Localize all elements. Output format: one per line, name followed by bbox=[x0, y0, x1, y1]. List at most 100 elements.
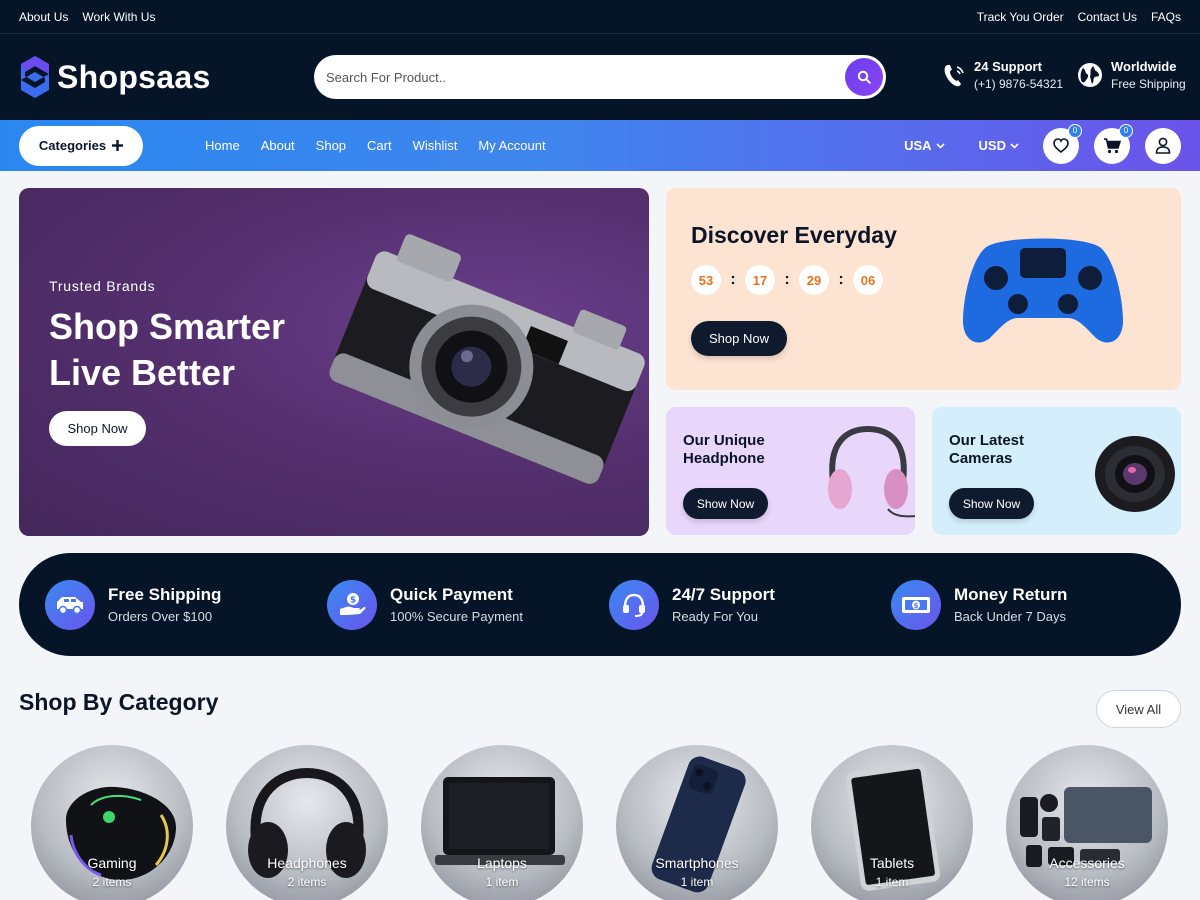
hero-banner: Trusted Brands Shop Smarter Live Better … bbox=[19, 188, 649, 536]
timer-separator: : bbox=[784, 271, 790, 288]
feature-money-return: $ Money Return Back Under 7 Days bbox=[891, 579, 1067, 630]
search-input[interactable] bbox=[326, 69, 845, 85]
nav-item-wishlist[interactable]: Wishlist bbox=[413, 138, 458, 153]
categories-label: Categories bbox=[38, 138, 107, 153]
category-count: 2 items bbox=[287, 875, 327, 889]
headphone-promo-card: Our Unique Headphone Show Now bbox=[666, 407, 915, 535]
cameras-promo-card: Our Latest Cameras Show Now bbox=[932, 407, 1181, 535]
logo-text: Shopsaas bbox=[57, 58, 211, 95]
timer-seconds: 06 bbox=[853, 265, 883, 295]
about-us-link[interactable]: About Us bbox=[19, 10, 68, 24]
chevron-down-icon bbox=[935, 142, 945, 149]
account-button[interactable] bbox=[1145, 127, 1181, 164]
category-name: Accessories bbox=[1049, 855, 1125, 871]
category-name: Smartphones bbox=[655, 855, 739, 871]
cameras-show-now-button[interactable]: Show Now bbox=[949, 488, 1034, 519]
category-count: 1 item bbox=[680, 875, 714, 889]
headphone-image bbox=[828, 425, 915, 518]
feature-subtitle: Ready For You bbox=[672, 609, 759, 624]
top-bar-right-links: Track You Order Contact Us FAQs bbox=[977, 10, 1181, 24]
cart-count-badge: 0 bbox=[1119, 123, 1133, 138]
svg-text:$: $ bbox=[914, 601, 919, 609]
support-phone: (+1) 9876-54321 bbox=[974, 77, 1064, 91]
timer-separator: : bbox=[838, 271, 844, 288]
search-bar bbox=[314, 55, 886, 99]
nav-links: Home About Shop Cart Wishlist My Account bbox=[205, 138, 546, 153]
category-count: 2 items bbox=[92, 875, 132, 889]
category-tablets[interactable]: Tablets 1 item bbox=[811, 745, 973, 900]
main-nav: Categories Home About Shop Cart Wishlist… bbox=[0, 120, 1200, 171]
nav-item-about[interactable]: About bbox=[261, 138, 295, 153]
category-name: Tablets bbox=[869, 855, 915, 871]
gamepad-image bbox=[963, 238, 1123, 343]
camera-lens-image bbox=[1095, 436, 1175, 512]
support-title: 24 Support bbox=[974, 59, 1042, 74]
section-title: Shop By Category bbox=[19, 689, 219, 715]
hero-shop-now-button[interactable]: Shop Now bbox=[49, 411, 146, 446]
feature-title: 24/7 Support bbox=[672, 585, 775, 604]
wishlist-button[interactable]: 0 bbox=[1043, 123, 1082, 164]
shipping-title: Worldwide bbox=[1111, 59, 1177, 74]
plus-icon bbox=[112, 140, 124, 151]
nav-item-cart[interactable]: Cart bbox=[367, 138, 392, 153]
shipping-subtitle: Free Shipping bbox=[1111, 77, 1186, 91]
feature-subtitle: Orders Over $100 bbox=[108, 609, 213, 624]
money-icon: $ bbox=[891, 579, 941, 630]
feature-subtitle: Back Under 7 Days bbox=[954, 609, 1066, 624]
main-header: Shopsaas 24 Support (+1) 9876-54321 W bbox=[0, 34, 1200, 120]
phone-icon bbox=[944, 65, 964, 87]
logo-mark-icon bbox=[21, 56, 49, 98]
camera-image bbox=[329, 234, 645, 484]
headphone-show-now-button[interactable]: Show Now bbox=[683, 488, 768, 519]
category-laptops[interactable]: Laptops 1 item bbox=[421, 745, 583, 900]
country-value: USA bbox=[904, 138, 932, 153]
nav-item-shop[interactable]: Shop bbox=[316, 138, 346, 153]
timer-separator: : bbox=[730, 271, 736, 288]
discover-shop-now-button[interactable]: Shop Now bbox=[691, 321, 787, 356]
discover-title: Discover Everyday bbox=[691, 222, 897, 248]
search-button[interactable] bbox=[845, 58, 883, 96]
faqs-link[interactable]: FAQs bbox=[1151, 10, 1181, 24]
timer-days: 53 bbox=[691, 265, 721, 295]
category-count: 1 item bbox=[875, 875, 909, 889]
headset-icon bbox=[609, 579, 659, 630]
feature-title: Quick Payment bbox=[390, 585, 513, 604]
feature-title: Free Shipping bbox=[108, 585, 222, 604]
svg-text:$: $ bbox=[350, 595, 356, 605]
currency-dropdown[interactable]: USD bbox=[979, 138, 1019, 153]
timer-minutes: 29 bbox=[799, 265, 829, 295]
headphone-promo-title: Our Unique Headphone bbox=[683, 432, 765, 467]
category-smartphones[interactable]: Smartphones 1 item bbox=[616, 745, 778, 900]
chevron-down-icon bbox=[1010, 142, 1019, 149]
category-name: Laptops bbox=[477, 855, 527, 871]
nav-item-home[interactable]: Home bbox=[205, 138, 240, 153]
feature-quick-payment: $ Quick Payment 100% Secure Payment bbox=[327, 579, 523, 630]
view-all-button[interactable]: View All bbox=[1096, 690, 1181, 728]
category-headphones[interactable]: Headphones 2 items bbox=[226, 745, 388, 900]
feature-support: 24/7 Support Ready For You bbox=[609, 579, 775, 630]
truck-icon bbox=[45, 579, 95, 630]
countdown-timer: 53 : 17 : 29 : 06 bbox=[691, 265, 883, 295]
currency-value: USD bbox=[978, 138, 1006, 153]
country-dropdown[interactable]: USA bbox=[904, 138, 945, 153]
category-accessories[interactable]: Accessories 12 items bbox=[1006, 745, 1168, 900]
top-bar-left-links: About Us Work With Us bbox=[19, 10, 155, 24]
category-name: Gaming bbox=[87, 855, 137, 871]
wishlist-count-badge: 0 bbox=[1068, 123, 1082, 138]
category-gaming[interactable]: Gaming 2 items bbox=[31, 745, 193, 900]
payment-hand-icon: $ bbox=[327, 579, 377, 630]
nav-item-my-account[interactable]: My Account bbox=[478, 138, 545, 153]
nav-right-controls: USA USD 0 0 bbox=[904, 120, 1181, 171]
cart-button[interactable]: 0 bbox=[1094, 123, 1133, 164]
feature-free-shipping: Free Shipping Orders Over $100 bbox=[45, 579, 222, 630]
site-logo[interactable]: Shopsaas bbox=[19, 54, 314, 100]
categories-button[interactable]: Categories bbox=[19, 125, 143, 166]
track-order-link[interactable]: Track You Order bbox=[977, 10, 1064, 24]
hero-subtitle: Trusted Brands bbox=[49, 278, 156, 294]
contact-us-link[interactable]: Contact Us bbox=[1078, 10, 1137, 24]
work-with-us-link[interactable]: Work With Us bbox=[82, 10, 155, 24]
category-count: 1 item bbox=[485, 875, 519, 889]
category-name: Headphones bbox=[267, 855, 347, 871]
search-icon bbox=[857, 70, 871, 84]
category-count: 12 items bbox=[1064, 875, 1110, 889]
